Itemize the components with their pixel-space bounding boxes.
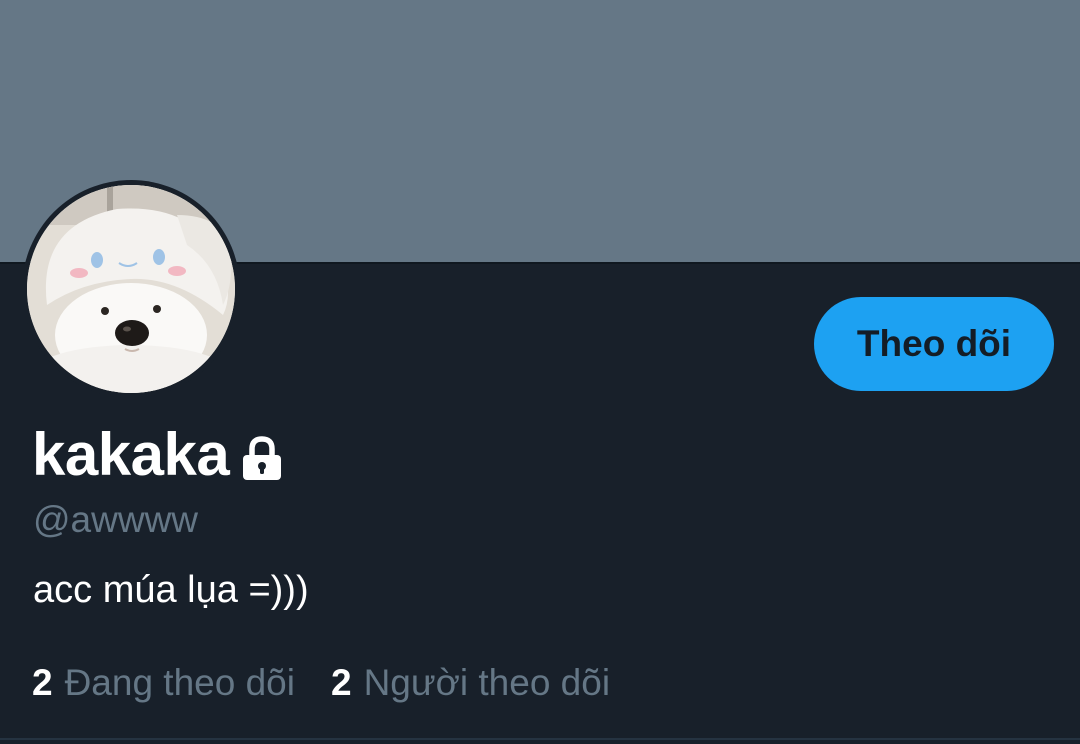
bottom-divider [0,738,1080,740]
dog-avatar-icon [27,185,235,393]
followers-count: 2 [330,662,352,703]
followers-label: Người theo dõi [363,662,611,703]
display-name: kakaka [32,421,230,488]
lock-icon [241,436,283,482]
profile-bio: acc múa lụa =))) [33,569,309,611]
name-row: kakaka [32,420,283,490]
following-label: Đang theo dõi [64,662,295,703]
user-handle: @awwww [33,499,199,540]
avatar-image [27,185,235,393]
following-stat[interactable]: 2 Đang theo dõi [32,660,295,706]
profile-page: Theo dõi kakaka @awwww acc múa lụa =))) … [0,0,1080,744]
followers-stat[interactable]: 2 Người theo dõi [331,660,610,706]
follow-button[interactable]: Theo dõi [814,297,1054,391]
avatar[interactable] [22,180,240,398]
following-count: 2 [32,662,53,703]
profile-stats: 2 Đang theo dõi 2 Người theo dõi [32,660,646,706]
